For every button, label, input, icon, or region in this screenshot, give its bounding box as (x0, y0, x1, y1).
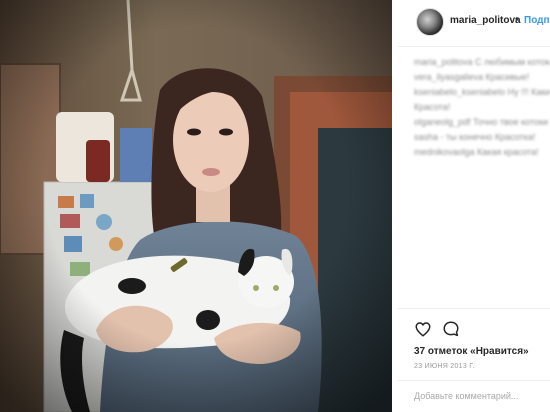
username-link[interactable]: maria_politova (450, 15, 521, 26)
speech-bubble-icon (443, 321, 459, 337)
comment-button[interactable] (442, 320, 460, 338)
divider (398, 46, 550, 47)
comment-item: kseniabelo_kseniabelo Ну !!! Какие краси… (414, 87, 550, 97)
comments-list: maria_politova С любимым котом #cat #lov… (414, 56, 550, 161)
post-header: maria_politova • Подпи (398, 0, 550, 46)
separator-dot: • (515, 14, 519, 25)
follow-button[interactable]: Подпи (524, 15, 550, 26)
comment-item: Красота! (414, 102, 451, 112)
comment-item: olganeolg_pdf Точно твое котоки (414, 117, 548, 127)
comment-input[interactable] (414, 388, 548, 404)
comment-item: vera_ilyasgalieva Красивые! (414, 72, 530, 82)
post-photo[interactable] (0, 0, 392, 412)
post-date: 23 ИЮНЯ 2013 Г. (414, 363, 475, 370)
comment-item: mednikovaolga Какая красота! (414, 147, 539, 157)
post-sidebar: maria_politova • Подпи maria_politova С … (398, 0, 550, 412)
divider (398, 380, 550, 381)
divider (398, 308, 550, 309)
avatar[interactable] (416, 8, 444, 36)
comment-item: maria_politova С любимым котом #cat #lov… (414, 57, 550, 67)
likes-count[interactable]: 37 отметок «Нравится» (414, 346, 529, 357)
heart-outline-icon (415, 322, 431, 337)
comment-item: sasha - ты конечно Красотка! (414, 132, 536, 142)
like-button[interactable] (414, 320, 432, 338)
photo-illustration (0, 0, 392, 412)
